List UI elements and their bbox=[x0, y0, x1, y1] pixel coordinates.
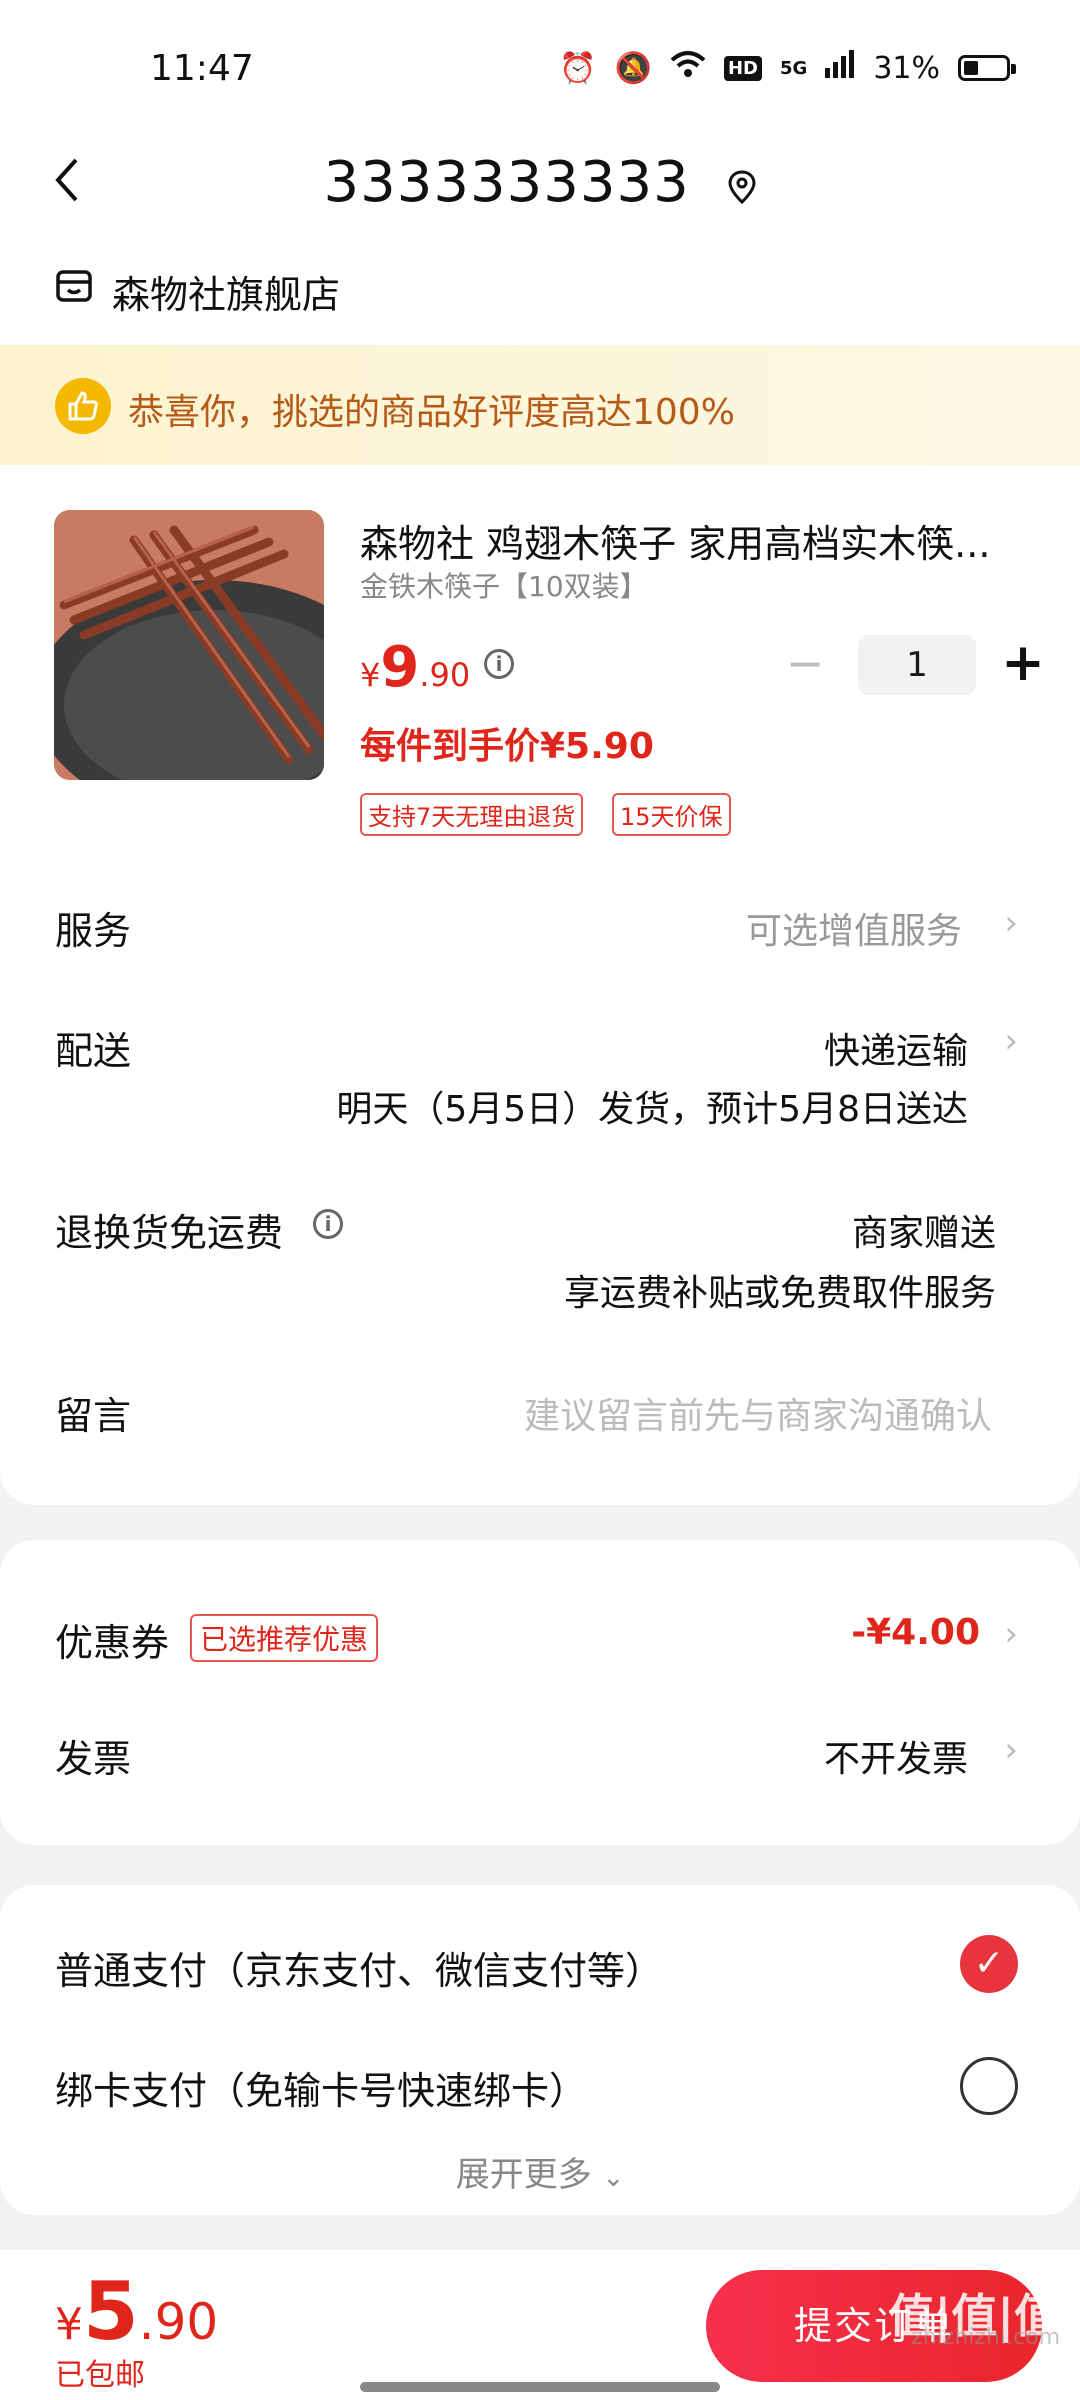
invoice-value[interactable]: 不开发票 bbox=[824, 1730, 968, 1782]
total-int: 5 bbox=[83, 2265, 139, 2358]
price-protect-tag: 15天价保 bbox=[612, 793, 731, 836]
product-title[interactable]: 森物社 鸡翅木筷子 家用高档实木筷... bbox=[360, 513, 1020, 568]
mute-bell-icon: 🔕 bbox=[614, 50, 652, 86]
quantity-stepper: − 1 + bbox=[780, 635, 1048, 695]
chevron-left-icon bbox=[55, 158, 78, 202]
store-row[interactable]: 森物社旗舰店 bbox=[0, 250, 1080, 345]
radio-unselected[interactable] bbox=[960, 2057, 1018, 2115]
rating-banner: 恭喜你，挑选的商品好评度高达100% bbox=[0, 345, 1080, 465]
service-value[interactable]: 可选增值服务 bbox=[746, 902, 962, 954]
chevron-right-icon[interactable]: › bbox=[1004, 1021, 1018, 1061]
order-card: 森物社 鸡翅木筷子 家用高档实木筷... 金铁木筷子【10双装】 ¥9.90 i… bbox=[0, 465, 1080, 1505]
wifi-icon bbox=[670, 50, 706, 86]
invoice-label: 发票 bbox=[55, 1737, 132, 1781]
coupon-value[interactable]: -¥4.00 bbox=[851, 1612, 980, 1653]
battery-percent: 31% bbox=[873, 50, 940, 86]
delivery-label: 配送 bbox=[55, 1029, 132, 1073]
price-symbol: ¥ bbox=[360, 656, 381, 694]
increase-button[interactable]: + bbox=[998, 637, 1048, 690]
coupon-label: 优惠券 bbox=[55, 1621, 170, 1665]
network-label: 5G bbox=[780, 57, 808, 79]
product-price: ¥9.90 bbox=[360, 635, 470, 700]
address-text: 3333333333 bbox=[323, 150, 690, 215]
return-fee-label: 退换货免运费 bbox=[55, 1211, 284, 1255]
payment-option-card[interactable]: 绑卡支付（免输卡号快速绑卡） bbox=[55, 2060, 587, 2115]
discount-card: 优惠券 已选推荐优惠 -¥4.00 › 发票 不开发票 › bbox=[0, 1540, 1080, 1845]
chevron-down-icon: ⌄ bbox=[602, 2163, 625, 2193]
total-dec: .90 bbox=[138, 2293, 219, 2351]
store-name: 森物社旗舰店 bbox=[112, 273, 341, 317]
price-info-icon[interactable]: i bbox=[484, 649, 514, 679]
message-input[interactable]: 建议留言前先与商家沟通确认 bbox=[524, 1387, 992, 1439]
shipping-note: 已包邮 bbox=[55, 2358, 145, 2393]
expand-more-button[interactable]: 展开更多 ⌄ bbox=[0, 2147, 1080, 2196]
battery-icon bbox=[958, 55, 1016, 81]
service-label: 服务 bbox=[55, 909, 132, 953]
payment-card: 普通支付（京东支付、微信支付等） ✓ 绑卡支付（免输卡号快速绑卡） 展开更多 ⌄ bbox=[0, 1885, 1080, 2215]
expand-more-label: 展开更多 bbox=[455, 2155, 592, 2195]
return-fee-value: 商家赠送 bbox=[851, 1213, 996, 1254]
store-icon bbox=[55, 268, 93, 308]
return-info-icon[interactable]: i bbox=[313, 1209, 343, 1239]
total-symbol: ¥ bbox=[55, 2299, 83, 2350]
header: 3333333333 bbox=[0, 130, 1080, 250]
price-dec: .90 bbox=[419, 656, 471, 694]
home-indicator[interactable] bbox=[360, 2382, 720, 2392]
quantity-field[interactable]: 1 bbox=[858, 635, 976, 695]
alarm-icon: ⏰ bbox=[559, 50, 597, 86]
return-fee-detail: 享运费补贴或免费取件服务 bbox=[563, 1273, 996, 1314]
chevron-right-icon[interactable]: › bbox=[1004, 1730, 1018, 1770]
chevron-right-icon[interactable]: › bbox=[1004, 1614, 1018, 1654]
location-pin-icon bbox=[727, 153, 757, 218]
delivery-detail: 明天（5月5日）发货，预计5月8日送达 bbox=[336, 1089, 968, 1130]
coupon-tag: 已选推荐优惠 bbox=[190, 1614, 379, 1662]
signal-icon bbox=[825, 50, 855, 86]
product-spec[interactable]: 金铁木筷子【10双装】 bbox=[360, 565, 648, 605]
decrease-button[interactable]: − bbox=[780, 640, 830, 690]
return-tag: 支持7天无理由退货 bbox=[360, 793, 584, 836]
checkmark-icon[interactable]: ✓ bbox=[960, 1935, 1018, 1993]
status-icons: ⏰ 🔕 HD 5G 31% bbox=[559, 50, 1016, 86]
status-bar: 11:47 ⏰ 🔕 HD 5G 31% bbox=[0, 0, 1080, 130]
address-title[interactable]: 3333333333 bbox=[0, 150, 1080, 218]
chevron-right-icon[interactable]: › bbox=[1004, 903, 1018, 943]
payment-option-normal[interactable]: 普通支付（京东支付、微信支付等） bbox=[55, 1940, 663, 1995]
delivery-value[interactable]: 快递运输 bbox=[824, 1022, 968, 1074]
total-price: ¥5.90 bbox=[55, 2265, 218, 2358]
price-int: 9 bbox=[380, 635, 420, 700]
unit-price: 每件到手价¥5.90 bbox=[360, 726, 654, 767]
product-image[interactable] bbox=[54, 510, 324, 780]
watermark-text: zhizhizhi.com bbox=[911, 2325, 1060, 2350]
message-label: 留言 bbox=[55, 1394, 132, 1438]
back-button[interactable] bbox=[52, 155, 92, 215]
hd-badge: HD bbox=[723, 55, 762, 81]
thumbs-up-icon bbox=[55, 378, 111, 434]
status-time: 11:47 bbox=[150, 48, 254, 89]
banner-text: 恭喜你，挑选的商品好评度高达100% bbox=[128, 392, 735, 433]
